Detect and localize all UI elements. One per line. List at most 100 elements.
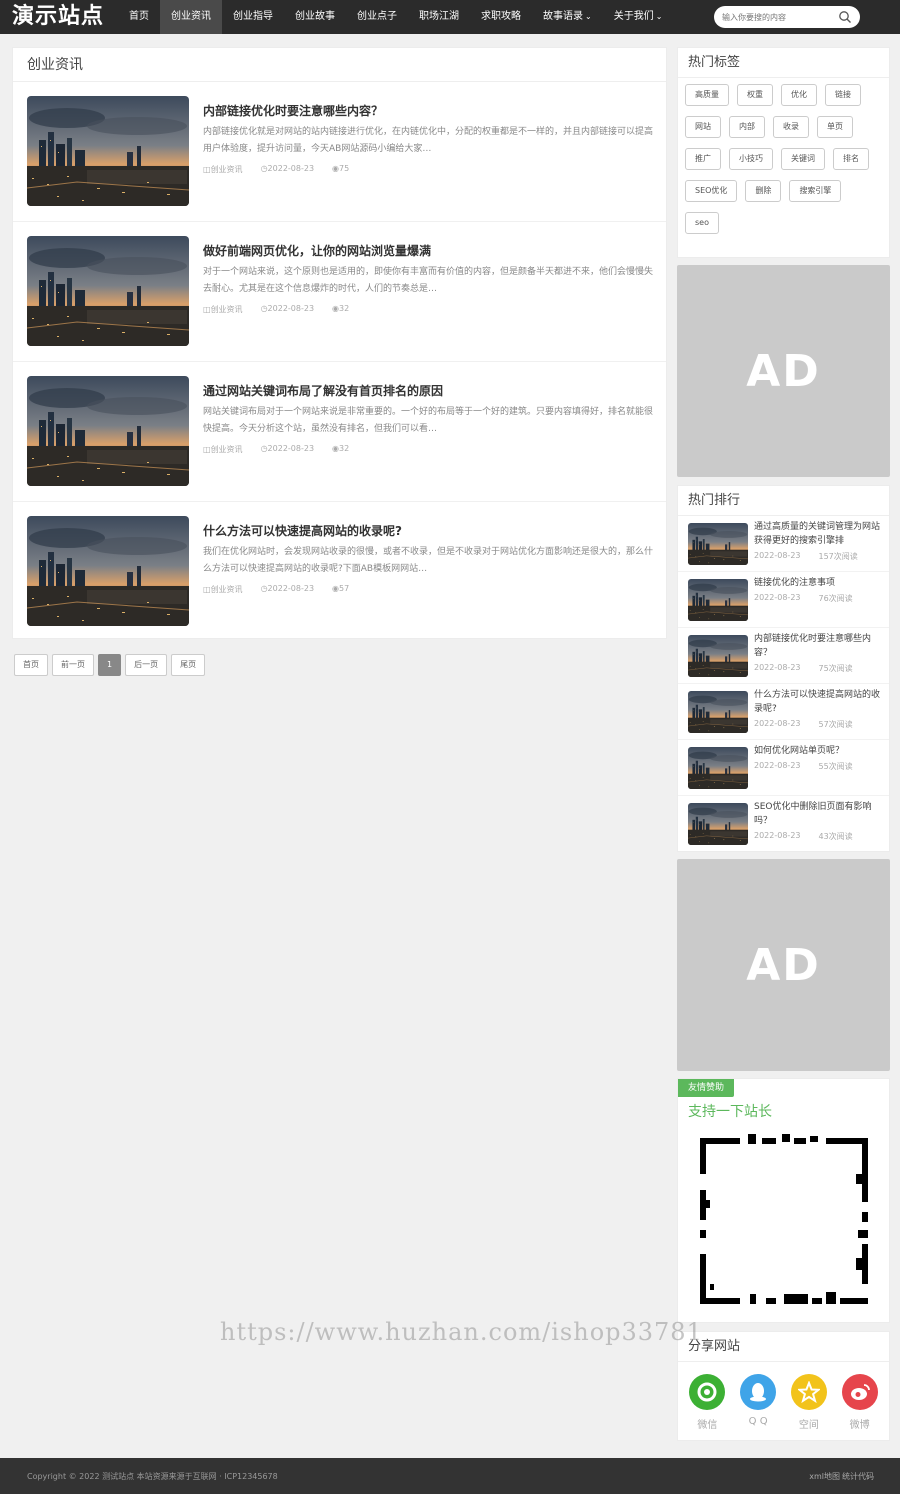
tag[interactable]: 网站 xyxy=(685,116,721,138)
article-category[interactable]: ◫创业资讯 xyxy=(203,444,243,455)
share-qq-button[interactable]: Q Q xyxy=(738,1374,778,1431)
article-title[interactable]: 内部链接优化时要注意哪些内容？ xyxy=(203,102,383,119)
nav-item-about[interactable]: 关于我们 ⌄ xyxy=(603,0,674,34)
ranking-meta: 2022-08-23 43次阅读 xyxy=(754,831,853,842)
tag[interactable]: 删除 xyxy=(745,180,782,202)
clock-icon: ◷ xyxy=(260,444,268,453)
article-meta: ◫创业资讯 ◷2022-08-23 ◉32 xyxy=(203,304,349,315)
sponsor-card: 友情赞助 支持一下站长 xyxy=(677,1078,890,1323)
share-label: 微信 xyxy=(697,1420,718,1431)
search-input[interactable] xyxy=(722,9,832,25)
nav-item-home[interactable]: 首页 xyxy=(118,0,160,34)
ranking-views: 76次阅读 xyxy=(818,594,853,603)
ranking-item[interactable]: 内部链接优化时要注意哪些内容？ 2022-08-23 75次阅读 xyxy=(678,628,889,684)
chevron-down-icon: ⌄ xyxy=(585,12,592,21)
article-item: 什么方法可以快速提高网站的收录呢? 我们在优化网站时，会发现网站收录的很慢，或者… xyxy=(13,502,666,642)
next-page-button[interactable]: 后一页 xyxy=(125,654,168,676)
article-title[interactable]: 什么方法可以快速提高网站的收录呢? xyxy=(203,522,402,539)
footer-link-sitemap[interactable]: xml地图 xyxy=(809,1471,840,1482)
ranking-title[interactable]: 如何优化网站单页呢？ xyxy=(754,744,882,758)
ranking-item[interactable]: 链接优化的注意事项 2022-08-23 76次阅读 xyxy=(678,572,889,628)
qq-icon xyxy=(740,1374,777,1410)
article-list-card: 创业资讯 内部链接优化时要注意哪些内容？ 内部链接优化就是对网站的站内链接进行优… xyxy=(12,47,667,639)
nav-item-quotes-label: 故事语录 xyxy=(543,11,583,22)
article-thumbnail[interactable] xyxy=(27,96,189,206)
wechat-icon xyxy=(689,1374,726,1410)
article-excerpt: 网站关键词布局对于一个网站来说是非常重要的。一个好的布局等于一个好的建筑。只要内… xyxy=(203,407,653,434)
article-item: 做好前端网页优化，让你的网站浏览量爆满 对于一个网站来说，这个原则也是适用的，即… xyxy=(13,222,666,362)
article-item: 内部链接优化时要注意哪些内容？ 内部链接优化就是对网站的站内链接进行优化，在内链… xyxy=(13,82,666,222)
ranking-views: 55次阅读 xyxy=(818,762,853,771)
share-wechat-button[interactable]: 微信 xyxy=(687,1374,727,1431)
clock-icon: ◷ xyxy=(260,164,268,173)
eye-icon: ◉ xyxy=(332,584,340,593)
site-logo[interactable]: 演示站点 xyxy=(12,2,104,32)
date-label: 2022-08-23 xyxy=(267,304,315,313)
ranking-title[interactable]: 内部链接优化时要注意哪些内容？ xyxy=(754,632,882,660)
tag[interactable]: SEO优化 xyxy=(685,180,738,202)
tag[interactable]: 收录 xyxy=(773,116,809,138)
ranking-title[interactable]: 链接优化的注意事项 xyxy=(754,576,882,590)
eye-icon: ◉ xyxy=(332,444,340,453)
nav-item-job-tips[interactable]: 求职攻略 xyxy=(470,0,532,34)
search-icon[interactable] xyxy=(838,10,852,24)
category-label: 创业资讯 xyxy=(210,305,243,314)
first-page-button[interactable]: 首页 xyxy=(14,654,48,676)
nav-item-quotes[interactable]: 故事语录 ⌄ xyxy=(532,0,603,34)
tag[interactable]: 搜索引擎 xyxy=(789,180,842,202)
article-category[interactable]: ◫创业资讯 xyxy=(203,304,243,315)
article-views: ◉32 xyxy=(332,444,349,455)
ranking-thumbnail xyxy=(688,523,748,565)
tag[interactable]: 优化 xyxy=(781,84,817,106)
tag[interactable]: 权重 xyxy=(737,84,773,106)
article-thumbnail[interactable] xyxy=(27,516,189,626)
tag[interactable]: 排名 xyxy=(833,148,869,170)
tag[interactable]: 高质量 xyxy=(685,84,729,106)
ranking-views: 75次阅读 xyxy=(818,664,853,673)
current-page-button[interactable]: 1 xyxy=(98,654,122,676)
qzone-star-icon xyxy=(790,1374,827,1410)
ranking-item[interactable]: SEO优化中删除旧页面有影响吗？ 2022-08-23 43次阅读 xyxy=(678,796,889,852)
ranking-thumbnail xyxy=(688,747,748,789)
share-card: 分享网站 微信 Q Q 空间 微博 xyxy=(677,1331,890,1441)
article-title[interactable]: 通过网站关键词布局了解没有首页排名的原因 xyxy=(203,382,443,399)
nav-item-startup-news[interactable]: 创业资讯 xyxy=(160,0,222,34)
search-box xyxy=(714,6,860,28)
tag[interactable]: 单页 xyxy=(817,116,853,138)
nav-item-workplace[interactable]: 职场江湖 xyxy=(408,0,470,34)
ad-banner[interactable]: AD xyxy=(677,265,890,477)
share-qzone-button[interactable]: 空间 xyxy=(789,1374,829,1431)
ranking-title[interactable]: 通过高质量的关键词管理为网站获得更好的搜索引擎排 xyxy=(754,520,882,548)
tag[interactable]: seo xyxy=(685,212,719,234)
ranking-item[interactable]: 如何优化网站单页呢？ 2022-08-23 55次阅读 xyxy=(678,740,889,796)
tag[interactable]: 内部 xyxy=(729,116,765,138)
last-page-button[interactable]: 尾页 xyxy=(171,654,206,676)
share-label: Q Q xyxy=(748,1416,768,1427)
ranking-item[interactable]: 通过高质量的关键词管理为网站获得更好的搜索引擎排 2022-08-23 157次阅… xyxy=(678,516,889,572)
ranking-title[interactable]: SEO优化中删除旧页面有影响吗？ xyxy=(754,800,882,828)
ranking-date: 2022-08-23 xyxy=(754,551,801,560)
tag[interactable]: 小技巧 xyxy=(729,148,773,170)
article-title[interactable]: 做好前端网页优化，让你的网站浏览量爆满 xyxy=(203,242,431,259)
chevron-down-icon: ⌄ xyxy=(655,12,663,21)
article-thumbnail[interactable] xyxy=(27,376,189,486)
article-meta: ◫创业资讯 ◷2022-08-23 ◉32 xyxy=(203,444,349,455)
ranking-item[interactable]: 什么方法可以快速提高网站的收录呢? 2022-08-23 57次阅读 xyxy=(678,684,889,740)
tag[interactable]: 关键词 xyxy=(781,148,825,170)
tag[interactable]: 链接 xyxy=(825,84,861,106)
ranking-title[interactable]: 什么方法可以快速提高网站的收录呢? xyxy=(754,688,882,716)
nav-item-startup-stories[interactable]: 创业故事 xyxy=(284,0,346,34)
ad-banner[interactable]: AD xyxy=(677,859,890,1071)
nav-item-startup-guide[interactable]: 创业指导 xyxy=(222,0,284,34)
article-category[interactable]: ◫创业资讯 xyxy=(203,164,243,175)
share-weibo-button[interactable]: 微博 xyxy=(840,1374,880,1431)
article-thumbnail[interactable] xyxy=(27,236,189,346)
tag[interactable]: 推广 xyxy=(685,148,721,170)
ranking-date: 2022-08-23 xyxy=(754,593,801,602)
article-category[interactable]: ◫创业资讯 xyxy=(203,584,243,595)
nav-item-startup-ideas[interactable]: 创业点子 xyxy=(346,0,408,34)
footer-link-stats[interactable]: 统计代码 xyxy=(842,1471,874,1482)
prev-page-button[interactable]: 前一页 xyxy=(52,654,94,676)
ad-label: AD xyxy=(746,939,821,991)
category-label: 创业资讯 xyxy=(210,165,243,174)
